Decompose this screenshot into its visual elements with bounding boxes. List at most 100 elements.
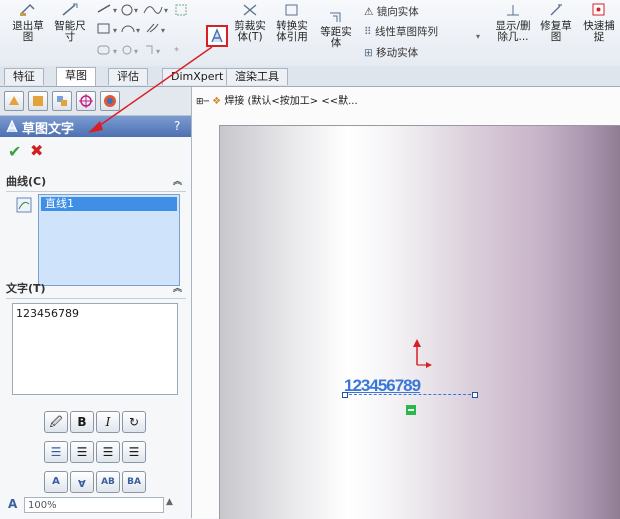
dimxpert-manager-tab[interactable] <box>76 91 96 111</box>
flip-vertical-button[interactable]: A <box>44 471 68 493</box>
ok-check-icon[interactable]: ✔ <box>8 142 21 161</box>
curve-endpoint-handle[interactable] <box>342 392 348 398</box>
smart-dimension-button[interactable]: 智能尺 寸 <box>50 2 90 43</box>
exit-sketch-icon <box>20 3 35 16</box>
flip-horizontal-button[interactable]: AB <box>96 471 120 493</box>
italic-button[interactable]: I <box>96 411 120 433</box>
display-manager-tab[interactable] <box>100 91 120 111</box>
trim-label: 剪裁实 体(T) <box>234 20 266 43</box>
curve-endpoint-handle[interactable] <box>472 392 478 398</box>
trim-entities-button[interactable]: 剪裁实 体(T) <box>232 2 268 43</box>
pattern-dropdown-icon[interactable]: ▾ <box>476 32 480 41</box>
flip-vertical-a-icon: A <box>52 476 60 487</box>
svg-text:▾: ▾ <box>161 26 165 35</box>
mirror-icon: ⚠ <box>364 6 374 18</box>
use-document-font-button[interactable]: 🖉 <box>44 411 68 433</box>
align-right-button[interactable]: ☰ <box>96 441 120 463</box>
align-right-icon: ☰ <box>102 445 114 459</box>
svg-text:▾: ▾ <box>156 47 160 56</box>
display-manager-icon <box>104 95 116 107</box>
svg-text:▾: ▾ <box>113 47 117 56</box>
tab-evaluate[interactable]: 评估 <box>108 68 148 85</box>
svg-text:▾: ▾ <box>136 26 140 35</box>
flip-ba-button[interactable]: BA <box>122 471 146 493</box>
configuration-manager-tab[interactable] <box>52 91 72 111</box>
quick-snaps-button[interactable]: 快速捕 捉 <box>580 2 618 43</box>
cancel-x-icon[interactable]: ✖ <box>30 141 43 160</box>
property-manager-icon <box>33 96 43 106</box>
smart-dimension-label: 智能尺 寸 <box>54 20 86 43</box>
repair-sketch-button[interactable]: 修复草 图 <box>538 2 574 43</box>
align-left-icon: ☰ <box>50 445 62 459</box>
width-factor-field[interactable]: 100% <box>24 497 164 513</box>
collapse-chevron-icon[interactable]: ︽ <box>173 173 182 191</box>
feature-tree-tab[interactable] <box>4 91 24 111</box>
exit-sketch-button[interactable]: 退出草 图 <box>10 2 46 43</box>
rotate-icon: ↻ <box>128 415 140 429</box>
text-group-label: 文字(T) <box>6 282 46 295</box>
part-name-label: 焊接 (默认<按加工> <<默... <box>224 96 358 107</box>
list-item[interactable]: 直线1 <box>41 197 177 211</box>
tab-dimxpert[interactable]: DimXpert <box>162 68 233 85</box>
spinner-up-icon[interactable]: ▲ <box>166 497 173 507</box>
justify-button[interactable]: ☰ <box>122 441 146 463</box>
curves-group-label: 曲线(C) <box>6 175 47 188</box>
property-manager-panel: 草图文字 ? ✔ ✖ 曲线(C) ︽ 直线1 文字(T) ︽ 123456789… <box>0 87 195 518</box>
tab-features[interactable]: 特征 <box>4 68 44 85</box>
text-group-header[interactable]: 文字(T) ︽ <box>6 280 186 299</box>
align-left-button[interactable]: ☰ <box>44 441 68 463</box>
graphics-area[interactable]: ⊞─ ❖ 焊接 (默认<按加工> <<默... 123456789 <box>192 87 620 519</box>
svg-text:▾: ▾ <box>113 6 117 15</box>
sketch-text-preview[interactable]: 123456789 <box>344 376 421 396</box>
display-delete-label: 显示/删 除几... <box>495 20 531 43</box>
flip-upside-a-icon: A <box>78 477 86 488</box>
align-center-icon: ☰ <box>76 445 88 459</box>
configuration-icon <box>57 96 67 106</box>
display-delete-relations-button[interactable]: 显示/删 除几... <box>492 2 534 43</box>
manager-tabs-bar <box>0 87 191 116</box>
move-entities-button[interactable]: ⊞ 移动实体 <box>364 45 418 60</box>
repair-sketch-label: 修复草 图 <box>540 20 572 43</box>
property-manager-tab[interactable] <box>28 91 48 111</box>
mirror-entities-button[interactable]: ⚠ 镜向实体 <box>364 4 419 19</box>
repair-sketch-icon <box>550 4 562 16</box>
feature-tree-flyout[interactable]: ⊞─ ❖ 焊接 (默认<按加工> <<默... <box>196 92 358 107</box>
svg-text:▾: ▾ <box>134 47 138 56</box>
font-icon: 🖉 <box>49 415 63 429</box>
rotate-button[interactable]: ↻ <box>122 411 146 433</box>
part-icon: ❖ <box>212 96 222 107</box>
exit-sketch-label: 退出草 图 <box>12 20 44 43</box>
svg-text:*: * <box>174 46 179 57</box>
sketch-entities-icons[interactable]: ▾ ▾ ▾ ▾ ▾ ▾ ▾ ▾ ▾ * <box>94 2 214 64</box>
part-face[interactable] <box>219 125 620 519</box>
command-manager-tabs: 特征 草图 评估 DimXpert 渲染工具 <box>0 66 620 87</box>
linear-pattern-icon: ⠿ <box>364 26 372 38</box>
curve-selection-list[interactable]: 直线1 <box>38 194 180 286</box>
collapse-chevron-icon[interactable]: ︽ <box>173 280 182 298</box>
linear-pattern-button[interactable]: ⠿ 线性草图阵列 <box>364 24 438 39</box>
align-center-button[interactable]: ☰ <box>70 441 94 463</box>
sketch-text-button[interactable] <box>206 25 228 47</box>
horizontal-relation-icon[interactable] <box>406 405 416 415</box>
offset-icon <box>330 12 341 22</box>
bold-button[interactable]: B <box>70 411 94 433</box>
curves-group-header[interactable]: 曲线(C) ︽ <box>6 173 186 192</box>
display-relations-icon <box>507 5 519 16</box>
svg-text:▾: ▾ <box>134 6 138 15</box>
command-manager-ribbon: 退出草 图 智能尺 寸 ▾ ▾ ▾ ▾ ▾ ▾ ▾ ▾ ▾ * 剪裁实 体(T)… <box>0 0 620 67</box>
convert-entities-button[interactable]: 转换实 体引用 <box>272 2 312 43</box>
curve-selection-icon <box>16 197 32 213</box>
convert-entities-label: 转换实 体引用 <box>276 20 308 43</box>
sketch-origin-icon <box>413 339 432 368</box>
offset-entities-button[interactable]: 等距实 体 <box>314 10 358 49</box>
flip-upside-button[interactable]: A <box>70 471 94 493</box>
dimxpert-icon <box>79 94 93 108</box>
convert-entities-icon <box>285 4 298 16</box>
expand-icon[interactable]: ⊞─ <box>196 97 209 107</box>
trim-icon <box>243 4 257 16</box>
text-curve-line[interactable] <box>344 394 476 395</box>
tab-sketch[interactable]: 草图 <box>56 67 96 86</box>
text-input[interactable]: 123456789 <box>12 303 178 395</box>
help-button[interactable]: ? <box>174 119 180 133</box>
tab-render-tools[interactable]: 渲染工具 <box>226 68 288 85</box>
